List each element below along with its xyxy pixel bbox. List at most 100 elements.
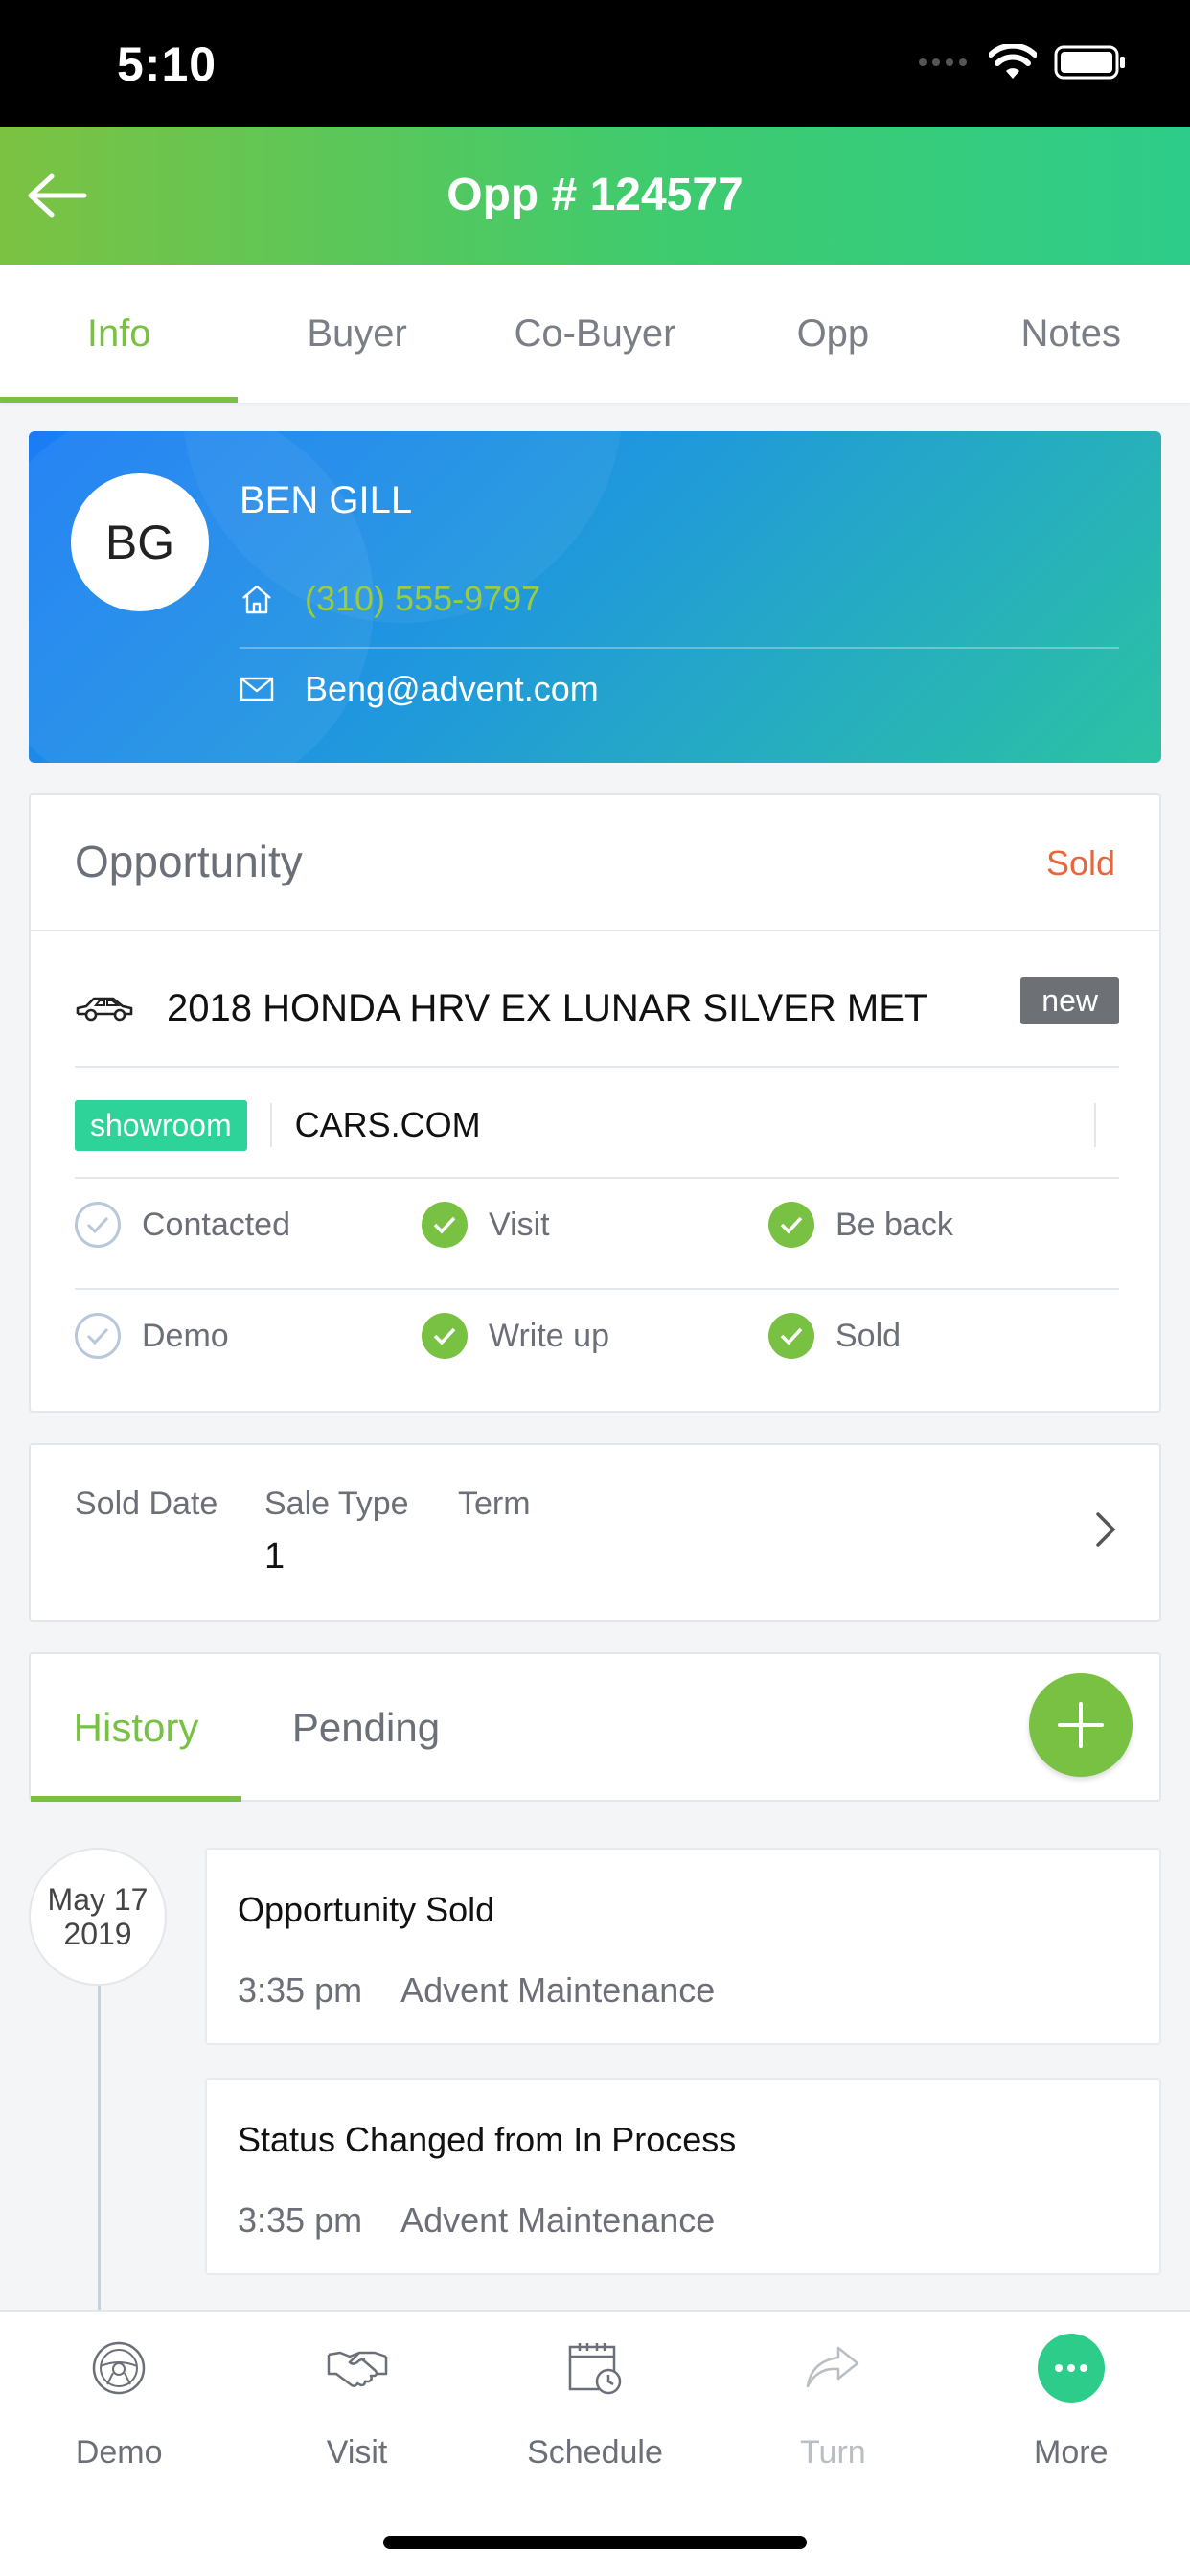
history-event[interactable]: Opportunity Sold 3:35 pm Advent Maintena… [205, 1848, 1161, 2045]
contact-phone[interactable]: (310) 555-9797 [305, 579, 540, 619]
step-be-back: Be back [768, 1196, 1115, 1254]
top-tab-bar: Info Buyer Co-Buyer Opp Notes [0, 264, 1190, 402]
tab-co-buyer[interactable]: Co-Buyer [476, 264, 714, 402]
history-event[interactable]: Status Changed from In Process 3:35 pm A… [205, 2078, 1161, 2275]
divider [269, 1103, 272, 1147]
sale-type-label: Sale Type [264, 1485, 409, 1522]
check-outline-icon [75, 1313, 121, 1359]
event-meta: 3:35 pm Advent Maintenance [238, 2200, 715, 2241]
sale-type-value: 1 [264, 1536, 286, 1576]
more-icon-wrapper [1037, 2334, 1105, 2403]
opportunity-card: Opportunity Sold 2018 HONDA HRV EX LUNAR… [29, 794, 1161, 1413]
steps-row: Demo Write up Sold [75, 1307, 1119, 1365]
tab-opp[interactable]: Opp [714, 264, 951, 402]
step-sold: Sold [768, 1307, 1115, 1365]
check-circle-icon [422, 1202, 468, 1248]
history-tab-bar: History Pending [29, 1652, 1161, 1802]
tab-pending[interactable]: Pending [261, 1654, 471, 1802]
avatar: BG [71, 473, 209, 611]
battery-icon [1054, 45, 1127, 84]
check-circle-icon [768, 1202, 814, 1248]
timeline-date: May 17 2019 [29, 1848, 167, 1986]
bottom-visit-label: Visit [326, 2434, 388, 2471]
vehicle-name: 2018 HONDA HRV EX LUNAR SILVER MET [167, 986, 928, 1029]
step-label: Contacted [142, 1206, 290, 1243]
divider [1094, 1103, 1096, 1147]
vehicle-row: 2018 HONDA HRV EX LUNAR SILVER MET new [75, 970, 1119, 1046]
steering-wheel-icon [85, 2334, 152, 2402]
handshake-icon [324, 2334, 391, 2402]
divider [75, 1288, 1119, 1290]
contact-card: BG BEN GILL (310) 555-9797 Beng@advent.c… [29, 431, 1161, 763]
more-dots-icon [1037, 2334, 1105, 2403]
check-outline-icon [75, 1202, 121, 1248]
timeline-date-year: 2019 [63, 1917, 132, 1951]
step-demo: Demo [75, 1307, 422, 1365]
step-label: Visit [489, 1206, 550, 1243]
sale-details-card[interactable]: Sold Date Sale Type 1 Term [29, 1443, 1161, 1622]
bottom-schedule-button[interactable]: Schedule [476, 2334, 714, 2472]
event-user: Advent Maintenance [400, 2200, 716, 2240]
tab-history[interactable]: History [31, 1654, 241, 1802]
share-arrow-icon [799, 2334, 866, 2402]
event-time: 3:35 pm [238, 2200, 363, 2240]
bottom-demo-button[interactable]: Demo [0, 2334, 238, 2472]
lead-source: CARS.COM [294, 1105, 481, 1144]
step-label: Demo [142, 1317, 229, 1354]
sale-type-field: Sale Type 1 [264, 1485, 409, 1577]
step-visit: Visit [422, 1196, 768, 1254]
term-label: Term [458, 1485, 531, 1522]
contact-name: BEN GILL [240, 479, 413, 521]
add-button[interactable] [1029, 1673, 1133, 1777]
car-icon [76, 997, 133, 1022]
bottom-more-button[interactable]: More [952, 2334, 1190, 2472]
step-contacted: Contacted [75, 1196, 422, 1254]
opportunity-title: Opportunity [75, 837, 303, 886]
check-circle-icon [768, 1313, 814, 1359]
source-row: showroom CARS.COM [75, 1098, 1119, 1152]
timeline-line [98, 1980, 101, 2315]
wifi-icon [988, 42, 1038, 85]
bottom-turn-button[interactable]: Turn [714, 2334, 951, 2472]
bottom-turn-label: Turn [800, 2434, 866, 2471]
calendar-clock-icon [561, 2334, 629, 2402]
sold-date-label: Sold Date [75, 1485, 218, 1522]
vehicle-condition-badge: new [1020, 978, 1119, 1024]
steps-row: Contacted Visit Be back [75, 1196, 1119, 1254]
timeline-date-day: May 17 [47, 1882, 149, 1917]
event-title: Opportunity Sold [238, 1890, 495, 1929]
tab-notes[interactable]: Notes [952, 264, 1190, 402]
divider [75, 1177, 1119, 1179]
event-user: Advent Maintenance [400, 1970, 716, 2010]
home-icon [242, 585, 271, 614]
signal-icon [918, 56, 972, 74]
page-title: Opp # 124577 [446, 170, 744, 220]
contact-email-row[interactable]: Beng@advent.com [240, 669, 599, 709]
status-badge: Sold [1045, 843, 1115, 883]
step-label: Sold [835, 1317, 902, 1354]
bottom-visit-button[interactable]: Visit [238, 2334, 475, 2472]
mail-icon [240, 677, 274, 702]
check-circle-icon [422, 1313, 468, 1359]
tab-buyer[interactable]: Buyer [238, 264, 475, 402]
event-title: Status Changed from In Process [238, 2120, 737, 2159]
step-label: Be back [835, 1206, 953, 1243]
contact-email[interactable]: Beng@advent.com [305, 669, 599, 709]
step-write-up: Write up [422, 1307, 768, 1365]
opportunity-header: Opportunity Sold [31, 795, 1159, 932]
term-field: Term [458, 1485, 531, 1536]
bottom-schedule-label: Schedule [527, 2434, 663, 2471]
bottom-more-label: More [1034, 2434, 1109, 2471]
sold-date-field: Sold Date [75, 1485, 217, 1536]
status-bar: 5:10 [0, 0, 1190, 126]
contact-phone-row[interactable]: (310) 555-9797 [240, 579, 540, 619]
source-type-badge: showroom [75, 1099, 247, 1151]
status-time: 5:10 [117, 37, 217, 91]
chevron-right-icon[interactable] [1094, 1510, 1117, 1553]
divider [75, 1066, 1119, 1068]
home-indicator [383, 2536, 807, 2549]
plus-icon [1058, 1702, 1104, 1748]
status-icons [918, 42, 1127, 85]
tab-info[interactable]: Info [0, 264, 239, 402]
divider [240, 647, 1119, 649]
